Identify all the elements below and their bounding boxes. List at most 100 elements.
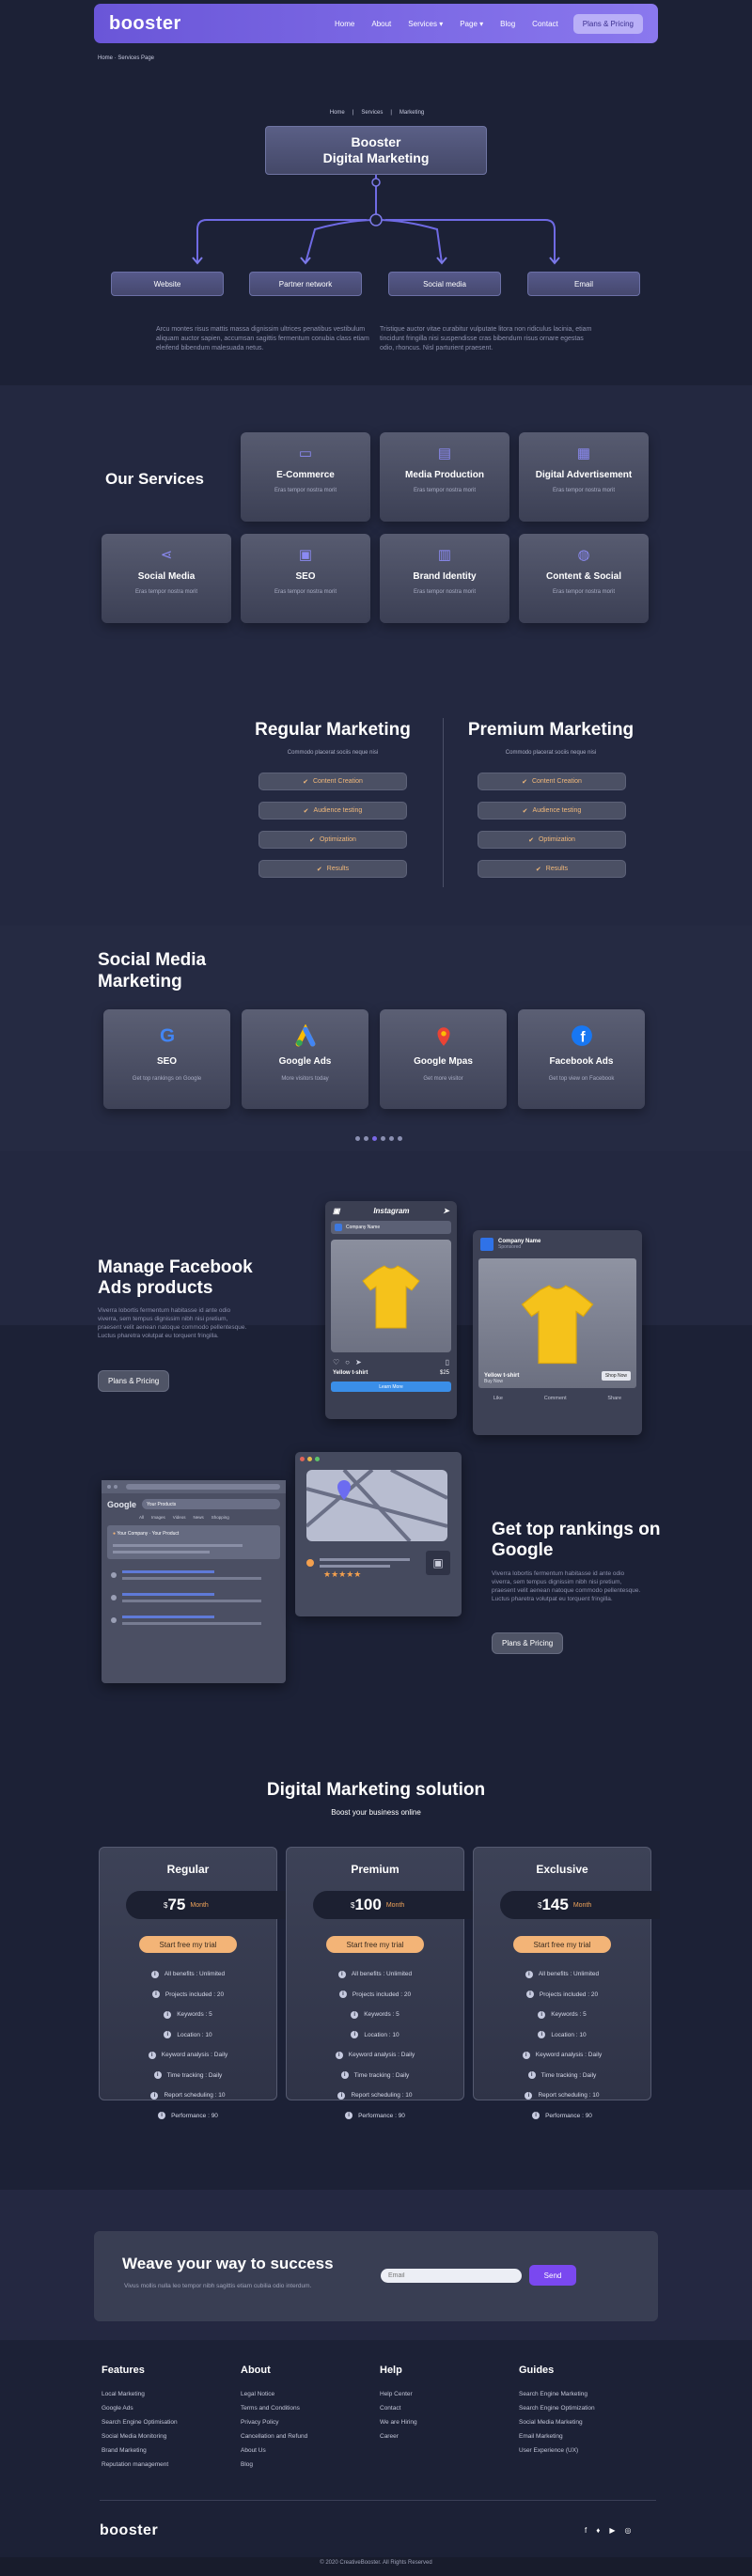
social-card[interactable]: f Facebook Ads Get top view on Facebook	[518, 1009, 645, 1109]
tab-news[interactable]: News	[193, 1515, 203, 1520]
tab-shopping[interactable]: Shopping	[212, 1515, 229, 1520]
footer-link[interactable]: Career	[380, 2429, 511, 2443]
fb-comment-button[interactable]: Comment	[544, 1396, 567, 1401]
carousel-dot[interactable]	[389, 1136, 394, 1141]
image-icon[interactable]: ▣	[426, 1551, 450, 1575]
heart-icon[interactable]: ♡	[333, 1358, 339, 1366]
footer-link[interactable]: Cancellation and Refund	[241, 2429, 372, 2443]
price-value: 75	[167, 1896, 186, 1913]
menu-contact[interactable]: Contact	[532, 20, 558, 28]
tab-images[interactable]: Images	[151, 1515, 165, 1520]
fb-shop-now-button[interactable]: Shop Now	[601, 1371, 631, 1381]
start-trial-button[interactable]: Start free my trial	[326, 1936, 424, 1953]
menu-home[interactable]: Home	[335, 20, 354, 28]
price-period: Month	[572, 1901, 592, 1909]
fb-share-button[interactable]: Share	[607, 1396, 621, 1401]
footer-link[interactable]: Search Engine Optimization	[519, 2401, 650, 2415]
facebook-icon[interactable]: f	[585, 2526, 587, 2535]
start-trial-button[interactable]: Start free my trial	[513, 1936, 611, 1953]
logo[interactable]: booster	[109, 13, 181, 35]
social-card[interactable]: Google Mpas Get more visitor	[380, 1009, 507, 1109]
instagram-icon[interactable]: ◎	[624, 2526, 631, 2535]
service-card[interactable]: ⋖ Social Media Eras tempor nostra morit	[102, 534, 231, 623]
footer-link[interactable]: Contact	[380, 2401, 511, 2415]
footer-link[interactable]: Local Marketing	[102, 2387, 233, 2401]
start-trial-button[interactable]: Start free my trial	[139, 1936, 237, 1953]
twitter-icon[interactable]: ♦	[596, 2526, 600, 2535]
footer-link[interactable]: About Us	[241, 2443, 372, 2458]
footer-logo[interactable]: booster	[100, 2522, 158, 2539]
footer-link[interactable]: Privacy Policy	[241, 2415, 372, 2429]
window-dot	[300, 1457, 305, 1461]
footer-link[interactable]: Help Center	[380, 2387, 511, 2401]
menu-page[interactable]: Page ▾	[460, 20, 483, 28]
search-result[interactable]	[111, 1570, 276, 1580]
menu-blog[interactable]: Blog	[500, 20, 515, 28]
email-input[interactable]	[381, 2269, 522, 2283]
branch-email[interactable]: Email	[527, 272, 640, 296]
camera-icon[interactable]: ▣	[333, 1207, 340, 1215]
send-button[interactable]: Send	[529, 2265, 576, 2286]
feature-text: Performance : 90	[358, 2112, 405, 2119]
service-card[interactable]: ▦ Digital Advertisement Eras tempor nostra…	[519, 432, 649, 522]
send-icon[interactable]: ➤	[443, 1207, 449, 1215]
carousel-dot[interactable]	[398, 1136, 402, 1141]
footer-link[interactable]: Social Media Monitoring	[102, 2429, 233, 2443]
branch-partner-network[interactable]: Partner network	[249, 272, 362, 296]
footer-link[interactable]: Terms and Conditions	[241, 2401, 372, 2415]
url-bar[interactable]	[126, 1484, 280, 1490]
google-result-highlight[interactable]: ● Your Company · Your Product	[107, 1525, 280, 1559]
bookmark-icon[interactable]: ▯	[446, 1358, 449, 1366]
crumb-home[interactable]: Home	[330, 110, 345, 116]
footer-link[interactable]: Email Marketing	[519, 2429, 650, 2443]
crumb-services[interactable]: Services	[361, 110, 383, 116]
carousel-dot[interactable]	[381, 1136, 385, 1141]
youtube-icon[interactable]: ▶	[609, 2526, 615, 2535]
social-card[interactable]: Google Ads More visitors today	[242, 1009, 368, 1109]
carousel-dot-active[interactable]	[372, 1136, 377, 1141]
footer-link[interactable]: Search Engine Marketing	[519, 2387, 650, 2401]
footer-link[interactable]: Legal Notice	[241, 2387, 372, 2401]
search-result[interactable]	[111, 1593, 276, 1602]
map-view[interactable]	[305, 1468, 448, 1543]
comment-icon[interactable]: ○	[345, 1358, 350, 1366]
footer-link[interactable]: Brand Marketing	[102, 2443, 233, 2458]
service-card[interactable]: ▥ Brand Identity Eras tempor nostra morit	[380, 534, 509, 623]
result-company: Your Company	[117, 1531, 149, 1537]
footer-link[interactable]: Search Engine Optimisation	[102, 2415, 233, 2429]
search-result[interactable]	[111, 1616, 276, 1625]
plans-pricing-button[interactable]: Plans & Pricing	[572, 13, 643, 34]
service-card[interactable]: ▣ SEO Eras tempor nostra morit	[241, 534, 370, 623]
fb-plans-button[interactable]: Plans & Pricing	[98, 1370, 170, 1392]
tab-videos[interactable]: Videos	[173, 1515, 186, 1520]
footer-link[interactable]: Google Ads	[102, 2401, 233, 2415]
info-icon: i	[158, 2112, 166, 2120]
google-search-input[interactable]: Your Products	[142, 1499, 280, 1509]
footer-link[interactable]: We are Hiring	[380, 2415, 511, 2429]
google-plans-button[interactable]: Plans & Pricing	[492, 1632, 564, 1654]
feature-item: i Location : 10	[287, 2025, 463, 2046]
carousel-dot[interactable]	[364, 1136, 368, 1141]
carousel-dot[interactable]	[355, 1136, 360, 1141]
service-card[interactable]: ◍ Content & Social Eras tempor nostra mori…	[519, 534, 649, 623]
service-card[interactable]: ▤ Media Production Eras tempor nostra mori…	[380, 432, 509, 522]
insta-learn-more-button[interactable]: Learn More	[331, 1382, 451, 1392]
branch-social-media[interactable]: Social media	[388, 272, 501, 296]
hero-breadcrumb: Home | Services | Marketing	[325, 110, 429, 116]
menu-about[interactable]: About	[371, 20, 391, 28]
footer-link[interactable]: Social Media Marketing	[519, 2415, 650, 2429]
fb-like-button[interactable]: Like	[494, 1396, 503, 1401]
footer-link[interactable]: Reputation management	[102, 2458, 233, 2472]
footer-link[interactable]: User Experience (UX)	[519, 2443, 650, 2458]
insta-product-image[interactable]	[331, 1240, 451, 1352]
service-card[interactable]: ▭ E-Commerce Eras tempor nostra morit	[241, 432, 370, 522]
tab-all[interactable]: All	[139, 1515, 144, 1520]
carousel-dots[interactable]	[353, 1134, 404, 1143]
menu-services-label: Services	[408, 19, 437, 28]
menu-services[interactable]: Services ▾	[408, 20, 443, 28]
social-card[interactable]: G SEO Get top rankings on Google	[103, 1009, 230, 1109]
share-icon[interactable]: ➤	[355, 1358, 362, 1366]
fb-post-image[interactable]: Yellow t-shirt Buy Now Shop Now	[478, 1258, 636, 1388]
footer-link[interactable]: Blog	[241, 2458, 372, 2472]
branch-website[interactable]: Website	[111, 272, 224, 296]
